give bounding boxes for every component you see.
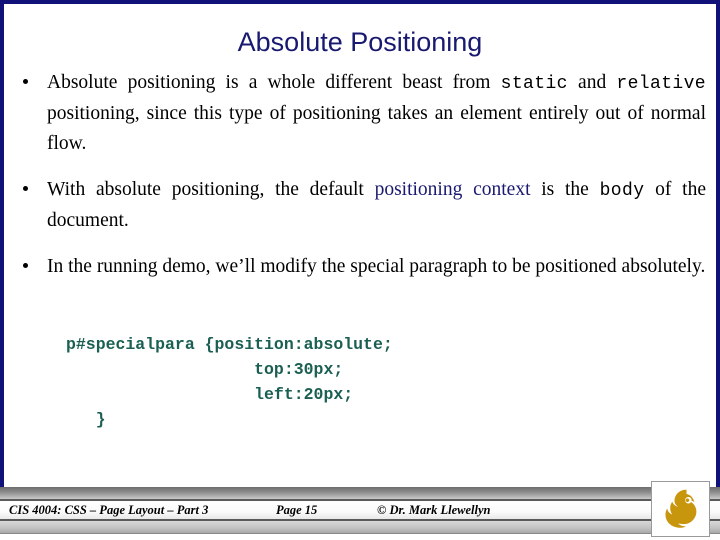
footer-bar: CIS 4004: CSS – Page Layout – Part 3 Pag… xyxy=(0,487,720,540)
slide-border-top xyxy=(0,0,720,4)
list-item: With absolute positioning, the default p… xyxy=(14,175,706,236)
footer-base xyxy=(0,534,720,540)
bullet-code-segment: relative xyxy=(616,74,707,94)
pegasus-icon xyxy=(664,489,696,528)
bullet-text-segment: is the xyxy=(530,179,600,200)
slide-border-right xyxy=(716,0,720,505)
footer-page-number: Page 15 xyxy=(276,503,318,517)
bullet-text-segment: In the running demo, we’ll modify the sp… xyxy=(47,256,706,277)
bullet-dot-icon xyxy=(23,263,28,268)
slide-border-left xyxy=(0,0,4,505)
ucf-pegasus-logo xyxy=(651,481,710,537)
page-title: Absolute Positioning xyxy=(237,27,483,57)
footer-gradient-bottom xyxy=(0,521,720,533)
footer-gradient-top xyxy=(0,487,720,499)
footer-copyright: © Dr. Mark Llewellyn xyxy=(377,503,491,517)
bullet-text-segment: positioning, since this type of position… xyxy=(47,103,706,154)
list-item: Absolute positioning is a whole differen… xyxy=(14,68,706,159)
bullet-dot-icon xyxy=(23,186,28,191)
bullet-dot-icon xyxy=(23,79,28,84)
bullet-code-segment: body xyxy=(599,181,645,201)
slide: Absolute Positioning Absolute positionin… xyxy=(0,0,720,540)
slide-content: Absolute positioning is a whole differen… xyxy=(14,68,706,282)
bullet-text-segment: and xyxy=(567,72,617,93)
bullet-text-segment: Absolute positioning is a whole differen… xyxy=(47,72,501,93)
footer-course-label: CIS 4004: CSS – Page Layout – Part 3 xyxy=(9,503,209,517)
bullet-text-segment: With absolute positioning, the default xyxy=(47,179,375,200)
list-item: In the running demo, we’ll modify the sp… xyxy=(14,252,706,282)
bullet-code-segment: static xyxy=(500,74,568,94)
code-snippet: p#specialpara {position:absolute; top:30… xyxy=(66,335,393,429)
bullet-highlight-segment: positioning context xyxy=(374,179,531,200)
